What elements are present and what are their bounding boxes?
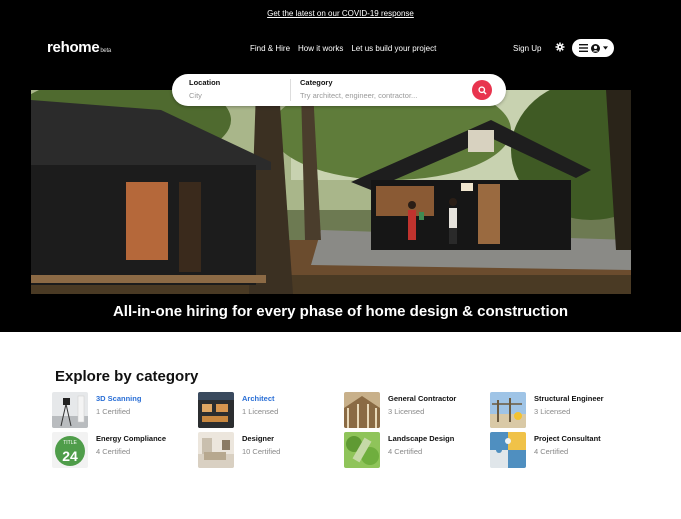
category-count: 4 Certified xyxy=(388,447,423,456)
category-item-energy-compliance[interactable]: TITLE 24 Energy Compliance 4 Certified xyxy=(52,432,192,468)
search-icon xyxy=(477,85,487,95)
logo-beta: beta xyxy=(100,48,111,54)
location-label: Location xyxy=(189,78,221,87)
category-name[interactable]: Project Consultant xyxy=(534,434,601,443)
category-name[interactable]: 3D Scanning xyxy=(96,394,141,403)
title24-badge-text: TITLE xyxy=(63,440,77,446)
main-nav: Find & Hire How it works Let us build yo… xyxy=(250,44,436,53)
search-divider xyxy=(290,79,291,101)
category-count: 4 Certified xyxy=(534,447,569,456)
chevron-down-icon xyxy=(602,46,608,50)
category-count: 4 Certified xyxy=(96,447,131,456)
category-item-project-consultant[interactable]: Project Consultant 4 Certified xyxy=(490,432,630,468)
search-bar: Location City Category Try architect, en… xyxy=(172,74,506,106)
thumb-3d-scanning xyxy=(52,392,88,428)
thumb-project-consultant xyxy=(490,432,526,468)
search-button[interactable] xyxy=(472,80,492,100)
hamburger-icon xyxy=(578,44,588,52)
gear-icon[interactable] xyxy=(555,42,565,52)
logo-text: rehome xyxy=(47,39,100,56)
category-count: 3 Licensed xyxy=(388,407,425,416)
category-item-general-contractor[interactable]: General Contractor 3 Licensed xyxy=(344,392,484,428)
category-name[interactable]: Architect xyxy=(242,394,278,403)
explore-heading: Explore by category xyxy=(55,368,199,385)
location-field[interactable]: Location City xyxy=(189,78,289,100)
hero-tagline: All-in-one hiring for every phase of hom… xyxy=(112,303,569,320)
category-count: 10 Certified xyxy=(242,447,281,456)
category-field[interactable]: Category Try architect, engineer, contra… xyxy=(300,78,460,100)
category-label: Category xyxy=(300,78,333,87)
category-name[interactable]: Structural Engineer xyxy=(534,394,604,403)
nav-build-project[interactable]: Let us build your project xyxy=(351,44,436,53)
thumb-architect xyxy=(198,392,234,428)
thumb-designer xyxy=(198,432,234,468)
user-icon xyxy=(590,43,600,53)
nav-find-hire[interactable]: Find & Hire xyxy=(250,44,290,53)
category-name[interactable]: Designer xyxy=(242,434,280,443)
category-count: 3 Licensed xyxy=(534,407,571,416)
thumb-landscape-design xyxy=(344,432,380,468)
category-item-landscape-design[interactable]: Landscape Design 4 Certified xyxy=(344,432,484,468)
hero-section: Get the latest on our COVID-19 response … xyxy=(0,0,681,332)
svg-text:24: 24 xyxy=(62,448,78,464)
category-count: 1 Licensed xyxy=(242,407,279,416)
category-item-structural-engineer[interactable]: Structural Engineer 3 Licensed xyxy=(490,392,630,428)
thumb-energy-compliance: TITLE 24 xyxy=(52,432,88,468)
category-item-architect[interactable]: Architect 1 Licensed xyxy=(198,392,338,428)
category-name[interactable]: Landscape Design xyxy=(388,434,454,443)
thumb-structural-engineer xyxy=(490,392,526,428)
category-item-3d-scanning[interactable]: 3D Scanning 1 Certified xyxy=(52,392,192,428)
category-count: 1 Certified xyxy=(96,407,131,416)
category-name[interactable]: General Contractor xyxy=(388,394,456,403)
account-menu-button[interactable] xyxy=(572,39,614,57)
sign-up-link[interactable]: Sign Up xyxy=(513,44,541,53)
location-input[interactable]: City xyxy=(189,91,289,100)
category-name[interactable]: Energy Compliance xyxy=(96,434,166,443)
covid-banner-link[interactable]: Get the latest on our COVID-19 response xyxy=(0,9,681,18)
logo[interactable]: rehomebeta xyxy=(47,39,111,56)
hero-photo xyxy=(31,90,631,294)
category-input[interactable]: Try architect, engineer, contractor... xyxy=(300,91,460,100)
category-item-designer[interactable]: Designer 10 Certified xyxy=(198,432,338,468)
thumb-general-contractor xyxy=(344,392,380,428)
nav-how-it-works[interactable]: How it works xyxy=(298,44,343,53)
